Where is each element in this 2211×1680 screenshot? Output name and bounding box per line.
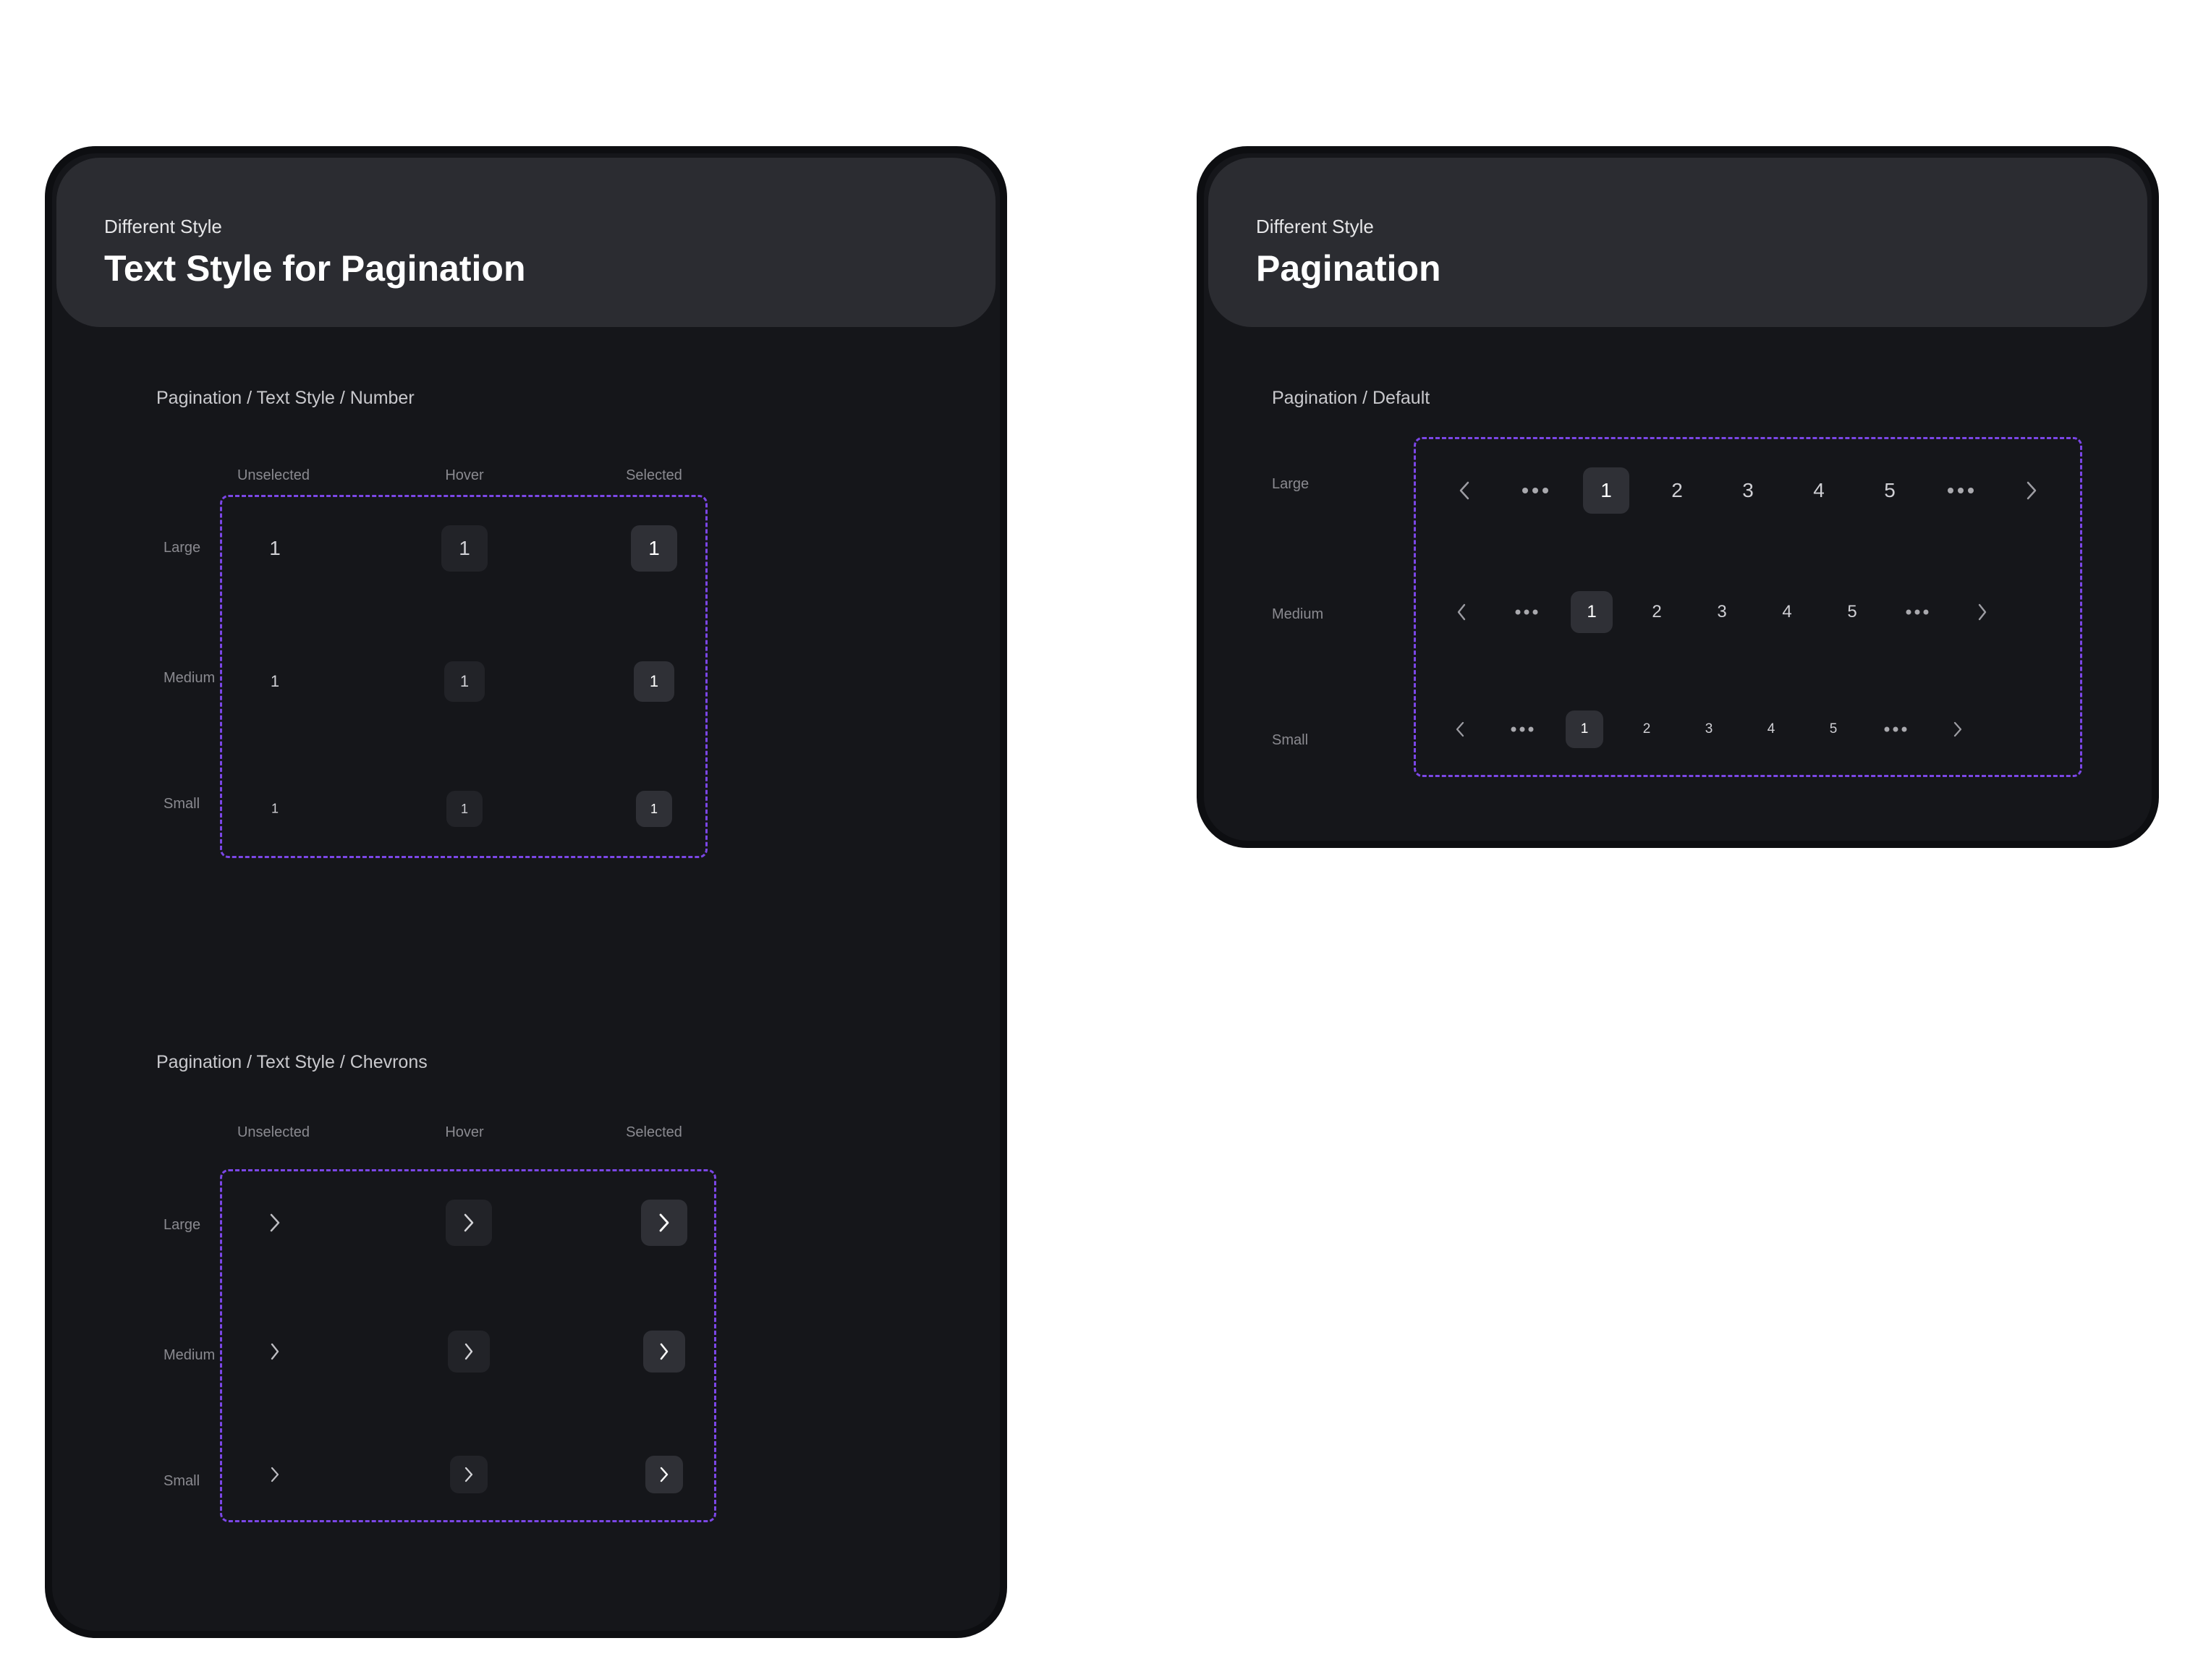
row-label-medium: Medium [1272,606,1324,622]
prev-page-button[interactable] [1455,721,1465,738]
ellipsis-more-icon[interactable] [1906,609,1929,615]
row-label-small: Small [164,1473,200,1489]
chevron-left-icon [1459,481,1469,500]
page-number-medium-unselected[interactable]: 1 [271,672,279,691]
next-page-button[interactable] [1977,603,1988,621]
row-label-large: Large [1272,476,1310,492]
column-label-selected: Selected [626,1124,682,1140]
card-header: Different Style Pagination [1208,158,2147,327]
chevron-large-selected[interactable] [641,1200,687,1246]
prev-page-button[interactable] [1458,480,1471,501]
chevron-left-icon [1456,721,1464,737]
chevron-small-selected[interactable] [645,1456,683,1493]
chevron-small-unselected[interactable] [270,1466,280,1483]
pagination-card: Different Style Pagination Pagination / … [1197,146,2159,848]
row-label-medium: Medium [164,670,216,686]
row-label-small: Small [164,796,200,812]
chevron-right-icon [271,1467,279,1482]
page-button[interactable]: 4 [1767,721,1775,737]
row-label-large: Large [164,540,201,556]
number-section-title: Pagination / Text Style / Number [156,388,415,408]
chevron-left-icon [1457,603,1466,621]
column-label-selected: Selected [626,467,682,483]
row-label-medium: Medium [164,1347,216,1363]
page-number-large-unselected[interactable]: 1 [269,537,281,560]
page-button[interactable]: 2 [1652,602,1661,622]
chevron-medium-selected[interactable] [643,1331,685,1373]
chevron-large-unselected[interactable] [268,1212,281,1234]
page-button[interactable]: 3 [1717,602,1726,622]
page-number-large-selected[interactable]: 1 [631,525,677,572]
card-subtitle: Different Style [104,216,222,237]
page-button[interactable]: 5 [1830,721,1838,737]
chevron-right-icon [270,1213,280,1232]
page-button-selected[interactable]: 1 [1571,591,1613,633]
chevron-right-icon [659,1213,669,1232]
card-header: Different Style Text Style for Paginatio… [56,158,996,327]
default-section-title: Pagination / Default [1272,388,1430,408]
row-label-small: Small [1272,732,1309,748]
chevron-right-icon [1978,603,1987,621]
page-button[interactable]: 5 [1884,479,1896,502]
chevron-small-hover[interactable] [450,1456,488,1493]
chevron-section-title: Pagination / Text Style / Chevrons [156,1052,428,1072]
card-title: Text Style for Pagination [104,248,526,289]
page-number-small-unselected[interactable]: 1 [271,802,279,817]
row-label-large: Large [164,1217,201,1233]
page-button[interactable]: 4 [1813,479,1825,502]
ellipsis-more-icon[interactable] [1948,488,1974,493]
chevron-right-icon [464,1343,473,1360]
next-page-button[interactable] [1953,721,1963,738]
chevron-medium-unselected[interactable] [269,1342,281,1361]
page-number-small-selected[interactable]: 1 [636,791,672,827]
text-style-card: Different Style Text Style for Paginatio… [45,146,1007,1638]
page-button[interactable]: 2 [1643,721,1651,737]
page-button-selected[interactable]: 1 [1583,467,1629,514]
column-label-hover: Hover [445,467,484,483]
page-button[interactable]: 5 [1847,602,1856,622]
ellipsis-more-icon[interactable] [1522,488,1548,493]
page-button[interactable]: 4 [1782,602,1791,622]
page-number-medium-hover[interactable]: 1 [444,661,485,702]
chevron-medium-hover[interactable] [448,1331,490,1373]
next-page-button[interactable] [2025,480,2038,501]
prev-page-button[interactable] [1456,603,1467,621]
card-title: Pagination [1256,248,1441,289]
chevron-right-icon [660,1467,669,1482]
column-label-hover: Hover [445,1124,484,1140]
page-button[interactable]: 3 [1742,479,1754,502]
card-subtitle: Different Style [1256,216,1374,237]
page-button[interactable]: 2 [1671,479,1683,502]
page-button-selected[interactable]: 1 [1566,710,1603,748]
page-number-medium-selected[interactable]: 1 [634,661,674,702]
ellipsis-more-icon[interactable] [1884,726,1907,732]
column-label-unselected: Unselected [237,1124,310,1140]
ellipsis-more-icon[interactable] [1511,726,1534,732]
chevron-large-hover[interactable] [446,1200,492,1246]
chevron-right-icon [464,1467,473,1482]
column-label-unselected: Unselected [237,467,310,483]
chevron-right-icon [271,1343,279,1360]
page-number-small-hover[interactable]: 1 [446,791,483,827]
page-number-large-hover[interactable]: 1 [441,525,488,572]
chevron-right-icon [1953,721,1962,737]
chevron-right-icon [660,1343,669,1360]
chevron-right-icon [464,1213,474,1232]
ellipsis-more-icon[interactable] [1515,609,1538,615]
chevron-right-icon [2027,481,2037,500]
page-button[interactable]: 3 [1705,721,1713,737]
